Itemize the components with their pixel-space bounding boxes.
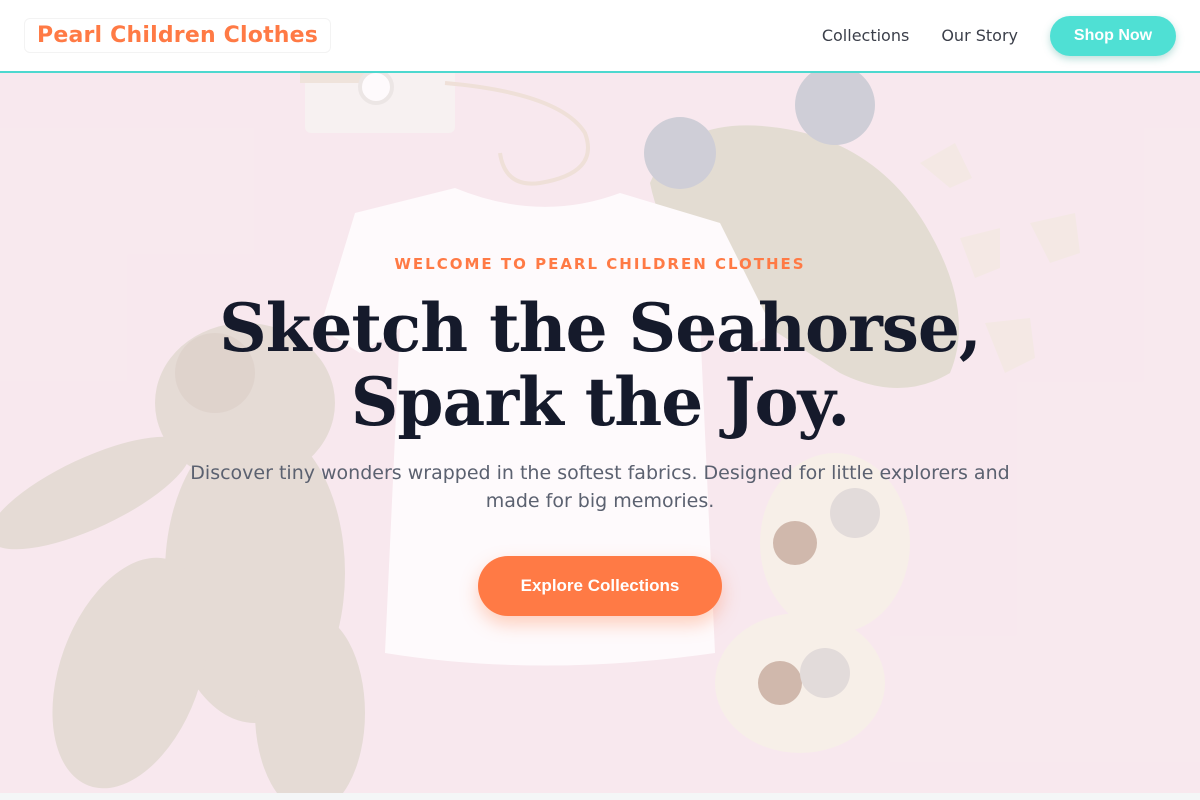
nav-link-collections[interactable]: Collections bbox=[822, 26, 909, 45]
hero-subtitle: Discover tiny wonders wrapped in the sof… bbox=[190, 462, 1010, 512]
explore-collections-button[interactable]: Explore Collections bbox=[478, 556, 722, 616]
hero-headline: Sketch the Seahorse, Spark the Joy. bbox=[0, 291, 1200, 439]
next-section-edge bbox=[0, 793, 1200, 800]
hero-headline-line2: Spark the Joy. bbox=[350, 363, 850, 441]
hero-section: WELCOME TO PEARL CHILDREN CLOTHES Sketch… bbox=[0, 73, 1200, 793]
hero-headline-line1: Sketch the Seahorse, bbox=[219, 289, 982, 367]
site-header: Pearl Children Clothes Collections Our S… bbox=[0, 0, 1200, 73]
main-nav: Collections Our Story Shop Now bbox=[822, 15, 1176, 56]
shop-now-button[interactable]: Shop Now bbox=[1050, 15, 1176, 56]
nav-link-our-story[interactable]: Our Story bbox=[941, 26, 1018, 45]
hero-eyebrow: WELCOME TO PEARL CHILDREN CLOTHES bbox=[394, 255, 806, 273]
hero-content: WELCOME TO PEARL CHILDREN CLOTHES Sketch… bbox=[0, 73, 1200, 793]
brand-logo[interactable]: Pearl Children Clothes bbox=[24, 18, 332, 53]
